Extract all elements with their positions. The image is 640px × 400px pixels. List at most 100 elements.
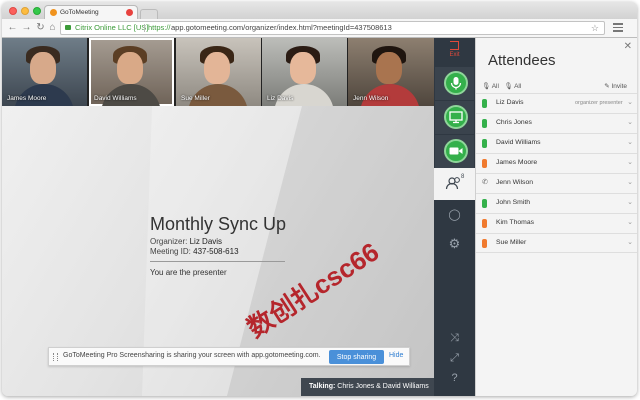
- attendee-row[interactable]: ✆ Jenn Wilson ⌄: [476, 173, 637, 193]
- presentation-stage: James Moore David Williams Sue Miller Li…: [2, 38, 434, 396]
- thumbnail-name: Liz Davis: [267, 95, 294, 102]
- attendee-role: organizer presenter: [575, 100, 623, 106]
- invite-link[interactable]: ✎ Invite: [604, 82, 627, 90]
- exit-label: Exit: [449, 52, 460, 58]
- tab-title: GoToMeeting: [60, 9, 99, 16]
- attendee-name: Sue Miller: [496, 239, 527, 246]
- microphone-button[interactable]: [444, 71, 468, 95]
- help-icon[interactable]: ?: [434, 372, 475, 384]
- mic-active-icon: [482, 139, 487, 148]
- attendee-row[interactable]: James Moore ⌄: [476, 153, 637, 173]
- tab-close-icon[interactable]: [126, 9, 133, 16]
- panel-close-icon[interactable]: ✕: [624, 41, 632, 52]
- organizer-name: Liz Davis: [189, 237, 223, 246]
- reload-icon[interactable]: ↻: [35, 22, 46, 34]
- attendee-row[interactable]: Chris Jones ⌄: [476, 113, 637, 133]
- camera-icon: [449, 147, 463, 155]
- video-thumbnail[interactable]: David Williams: [89, 38, 174, 106]
- attendees-tab[interactable]: 8: [434, 168, 475, 200]
- attendee-name: Jenn Wilson: [496, 179, 534, 186]
- chevron-down-icon[interactable]: ⌄: [627, 98, 633, 106]
- phone-icon: ✆: [482, 179, 488, 186]
- chevron-down-icon[interactable]: ⌄: [627, 158, 633, 166]
- webcam-control: [435, 135, 474, 168]
- browser-toolbar: ← → ↻ ⌂ Citrix Online LLC [US] https:// …: [2, 19, 637, 38]
- mic-active-icon: [482, 199, 487, 208]
- attendee-row[interactable]: Kim Thomas ⌄: [476, 213, 637, 233]
- drag-handle-icon[interactable]: [53, 353, 58, 361]
- chevron-down-icon[interactable]: ⌄: [627, 178, 633, 186]
- attendee-name: John Smith: [496, 199, 531, 206]
- invite-label: Invite: [611, 83, 627, 90]
- chevron-down-icon[interactable]: ⌄: [627, 138, 633, 146]
- bookmark-star-icon[interactable]: ☆: [591, 22, 599, 34]
- chevron-down-icon[interactable]: ⌄: [627, 238, 633, 246]
- webcam-button[interactable]: [444, 139, 468, 163]
- shuffle-icon[interactable]: ⤨: [434, 332, 475, 345]
- address-bar[interactable]: Citrix Online LLC [US] https:// app.goto…: [60, 21, 605, 35]
- filter-unmuted-all[interactable]: All: [514, 83, 521, 90]
- attendees-panel: ✕ Attendees 🎙 All 🎙 All ✎ Invite Liz Dav…: [475, 38, 637, 396]
- talking-label: Talking:: [309, 383, 336, 390]
- meeting-id-label: Meeting ID:: [150, 247, 191, 256]
- screen-share-button[interactable]: [444, 105, 468, 129]
- hide-notification-link[interactable]: Hide: [389, 352, 403, 359]
- chat-icon[interactable]: ◯: [434, 208, 475, 221]
- mic-active-icon: [482, 99, 487, 108]
- attendee-name: Liz Davis: [496, 99, 524, 106]
- stop-sharing-button[interactable]: Stop sharing: [329, 350, 384, 364]
- browser-tab[interactable]: GoToMeeting: [44, 5, 138, 19]
- attendee-row[interactable]: David Williams ⌄: [476, 133, 637, 153]
- meeting-id-value: 437-508-613: [193, 247, 239, 256]
- browser-menu-icon[interactable]: [613, 23, 623, 33]
- monitor-icon: [449, 111, 463, 124]
- attendees-icon: [445, 177, 460, 190]
- panel-title: Attendees: [488, 52, 556, 69]
- attendee-row[interactable]: Sue Miller ⌄: [476, 233, 637, 253]
- browser-window: GoToMeeting ← → ↻ ⌂ Citrix Online LLC [U…: [2, 2, 637, 396]
- attendee-row[interactable]: John Smith ⌄: [476, 193, 637, 213]
- screensharing-message: GoToMeeting Pro Screensharing is sharing…: [63, 352, 321, 359]
- maximize-window-icon[interactable]: [33, 7, 41, 15]
- ev-certificate-label: Citrix Online LLC [US]: [75, 23, 149, 32]
- video-thumbnail[interactable]: James Moore: [2, 38, 87, 106]
- attendee-name: James Moore: [496, 159, 538, 166]
- gotomeeting-favicon-icon: [50, 9, 57, 16]
- address-separator: [144, 24, 145, 32]
- video-thumbnail-strip: James Moore David Williams Sue Miller Li…: [2, 38, 434, 106]
- back-icon[interactable]: ←: [7, 22, 18, 34]
- lock-icon: [65, 25, 71, 30]
- home-icon[interactable]: ⌂: [47, 22, 58, 34]
- meeting-id-line: Meeting ID: 437-508-613: [150, 247, 239, 256]
- url-scheme: https://: [148, 23, 171, 32]
- title-divider: [150, 261, 285, 262]
- attendee-name: David Williams: [496, 139, 541, 146]
- video-thumbnail[interactable]: Liz Davis: [262, 38, 347, 106]
- filter-mic-all[interactable]: All: [492, 83, 499, 90]
- thumbnail-name: Sue Miller: [181, 95, 210, 102]
- presenter-status: You are the presenter: [150, 268, 227, 277]
- chevron-down-icon[interactable]: ⌄: [627, 118, 633, 126]
- url-text: app.gotomeeting.com/organizer/index.html…: [171, 23, 392, 32]
- meeting-title: Monthly Sync Up: [150, 214, 287, 234]
- close-window-icon[interactable]: [9, 7, 17, 15]
- attendee-name: Kim Thomas: [496, 219, 535, 226]
- attendee-row[interactable]: Liz Davis organizer presenter ⌄: [476, 93, 637, 113]
- unmuted-filter-icon[interactable]: 🎙: [504, 83, 512, 90]
- mic-muted-icon: [482, 159, 487, 168]
- video-thumbnail[interactable]: Jenn Wilson: [348, 38, 434, 106]
- minimize-window-icon[interactable]: [21, 7, 29, 15]
- attendee-count: 8: [461, 174, 465, 180]
- video-thumbnail[interactable]: Sue Miller: [176, 38, 261, 106]
- browser-titlebar: GoToMeeting: [2, 2, 637, 19]
- screen-share-control: [435, 101, 474, 134]
- forward-icon[interactable]: →: [21, 22, 32, 34]
- mic-filter-icon[interactable]: 🎙: [482, 83, 490, 90]
- settings-gear-icon[interactable]: ⚙: [434, 236, 475, 252]
- fullscreen-icon[interactable]: ⤢: [434, 352, 475, 365]
- chevron-down-icon[interactable]: ⌄: [627, 218, 633, 226]
- exit-button[interactable]: Exit: [434, 38, 475, 64]
- new-tab-button[interactable]: [140, 9, 158, 19]
- talking-names: Chris Jones & David Williams: [337, 383, 429, 390]
- chevron-down-icon[interactable]: ⌄: [627, 198, 633, 206]
